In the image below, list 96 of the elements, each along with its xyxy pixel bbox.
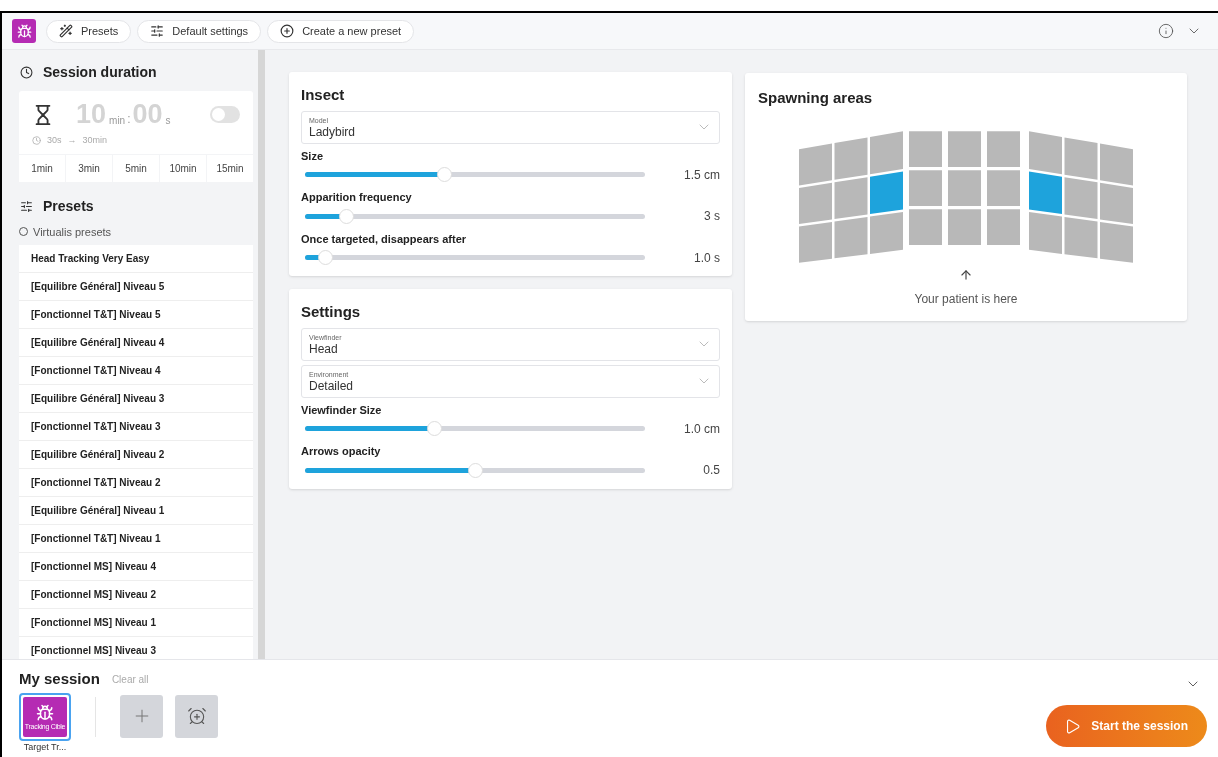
preset-list-item[interactable]: [Fonctionnel MS] Niveau 2: [19, 581, 253, 609]
spawn-area-cell[interactable]: [948, 130, 981, 167]
spawn-area-cell[interactable]: [987, 169, 1020, 206]
sliders-icon: [150, 24, 165, 38]
spawn-area-cell[interactable]: [1064, 176, 1098, 219]
preset-list-item[interactable]: [Equilibre Général] Niveau 1: [19, 497, 253, 525]
slider-thumb[interactable]: [318, 250, 334, 265]
slider-label: Once targeted, disappears after: [301, 231, 468, 247]
clock-icon: [20, 66, 33, 79]
toolbar-button[interactable]: Default settings: [137, 19, 262, 43]
spawn-area-cell[interactable]: [1100, 221, 1133, 263]
preset-list-item[interactable]: [Fonctionnel MS] Niveau 1: [19, 609, 253, 637]
spawn-area-cell[interactable]: [799, 182, 832, 224]
preset-list-item[interactable]: [Fonctionnel T&T] Niveau 4: [19, 357, 253, 385]
app-logo[interactable]: [12, 19, 36, 43]
patient-caption: Your patient is here: [913, 290, 1019, 308]
card-title: Spawning areas: [758, 88, 874, 108]
spawn-area-cell[interactable]: [987, 130, 1020, 167]
preset-list-item[interactable]: [Fonctionnel MS] Niveau 4: [19, 553, 253, 581]
plus-circle-icon: [280, 24, 295, 38]
field-value: Head: [309, 342, 339, 355]
preset-source-radio[interactable]: Virtualis presets: [19, 223, 241, 240]
spawn-area-cell[interactable]: [1029, 171, 1062, 214]
tile-label: Target Tr...: [23, 741, 67, 753]
bug-icon: [36, 703, 54, 722]
add-exercise-button[interactable]: [120, 694, 163, 738]
duration-preset-button[interactable]: 3min: [66, 154, 112, 182]
spawn-area-cell[interactable]: [1029, 130, 1062, 174]
section-title: My session: [19, 669, 100, 689]
preset-list-item[interactable]: [Equilibre Général] Niveau 4: [19, 329, 253, 357]
duration-preset-button[interactable]: 1min: [19, 154, 65, 182]
preset-list-item[interactable]: [Fonctionnel T&T] Niveau 1: [19, 525, 253, 553]
spawn-area-cell[interactable]: [909, 169, 942, 206]
duration-toggle[interactable]: [210, 106, 240, 123]
spawn-area-cell[interactable]: [1064, 136, 1098, 180]
slider-label: Size: [301, 148, 324, 164]
duration-preset-button[interactable]: 15min: [207, 154, 253, 182]
slider-thumb[interactable]: [338, 208, 354, 224]
clock-plus-icon: [186, 706, 207, 726]
clock-icon: [32, 136, 41, 146]
spawn-area-cell[interactable]: [799, 143, 832, 185]
spawn-area-cell[interactable]: [948, 208, 981, 245]
spawn-area-cell[interactable]: [834, 176, 868, 219]
preset-list-item[interactable]: Head Tracking Very Easy: [19, 245, 253, 273]
spawn-area-cell[interactable]: [834, 136, 868, 180]
slider-thumb[interactable]: [468, 462, 483, 478]
slider-thumb[interactable]: [437, 167, 453, 182]
add-timer-button[interactable]: [175, 694, 218, 738]
spawn-area-cell[interactable]: [834, 216, 868, 258]
field-value: Ladybird: [309, 125, 356, 138]
seconds-unit: s: [165, 114, 171, 128]
slider-value: 0.5: [703, 462, 720, 479]
section-title: Session duration: [43, 63, 157, 82]
spawn-area-cell[interactable]: [870, 171, 903, 214]
toolbar-button[interactable]: Create a new preset: [267, 19, 415, 43]
card-title: Settings: [301, 302, 362, 322]
slider-value: 3 s: [704, 208, 720, 225]
slider-value: 1.0 s: [694, 249, 720, 267]
minutes-unit: min: [109, 114, 126, 128]
range-min: 30s: [47, 134, 62, 147]
separator: :: [127, 111, 131, 128]
section-title: Presets: [43, 196, 94, 216]
preset-list-item[interactable]: [Fonctionnel T&T] Niveau 5: [19, 301, 253, 329]
spawn-area-cell[interactable]: [1100, 182, 1133, 224]
preset-list-item[interactable]: [Equilibre Général] Niveau 2: [19, 441, 253, 469]
spawn-area-cell[interactable]: [909, 208, 942, 245]
preset-list-item[interactable]: [Fonctionnel T&T] Niveau 2: [19, 469, 253, 497]
field-value: Detailed: [309, 379, 354, 392]
sliders-icon: [20, 199, 33, 213]
range-arrow: →: [67, 134, 77, 147]
slider-label: Arrows opacity: [301, 444, 382, 459]
preset-list-item[interactable]: [Fonctionnel T&T] Niveau 3: [19, 413, 253, 441]
spawn-area-cell[interactable]: [987, 208, 1020, 245]
spawn-area-cell[interactable]: [870, 211, 903, 254]
slider-value: 1.5 cm: [684, 166, 720, 184]
slider-label: Apparition frequency: [301, 190, 413, 205]
spawn-area-cell[interactable]: [1064, 216, 1098, 258]
spawn-area-cell[interactable]: [870, 130, 903, 174]
card-title: Insect: [301, 85, 346, 105]
preset-list-item[interactable]: [Equilibre Général] Niveau 3: [19, 385, 253, 413]
slider-thumb[interactable]: [427, 421, 443, 436]
spawn-area-cell[interactable]: [909, 130, 942, 167]
duration-preset-button[interactable]: 10min: [160, 154, 206, 182]
play-icon: [1064, 717, 1082, 735]
slider-label: Viewfinder Size: [301, 402, 383, 418]
duration-preset-button[interactable]: 5min: [113, 154, 159, 182]
slider-value: 1.0 cm: [684, 420, 720, 438]
spawn-area-cell[interactable]: [1100, 143, 1133, 185]
info-icon[interactable]: [1158, 23, 1174, 39]
magic-wand-icon: [59, 24, 73, 38]
spawn-area-cell[interactable]: [948, 169, 981, 206]
spawn-area-cell[interactable]: [799, 221, 832, 263]
range-max: 30min: [82, 134, 108, 147]
spawn-area-cell[interactable]: [1029, 211, 1062, 254]
toolbar-button[interactable]: Presets: [46, 19, 132, 43]
preset-list-item[interactable]: [Equilibre Général] Niveau 5: [19, 273, 253, 301]
